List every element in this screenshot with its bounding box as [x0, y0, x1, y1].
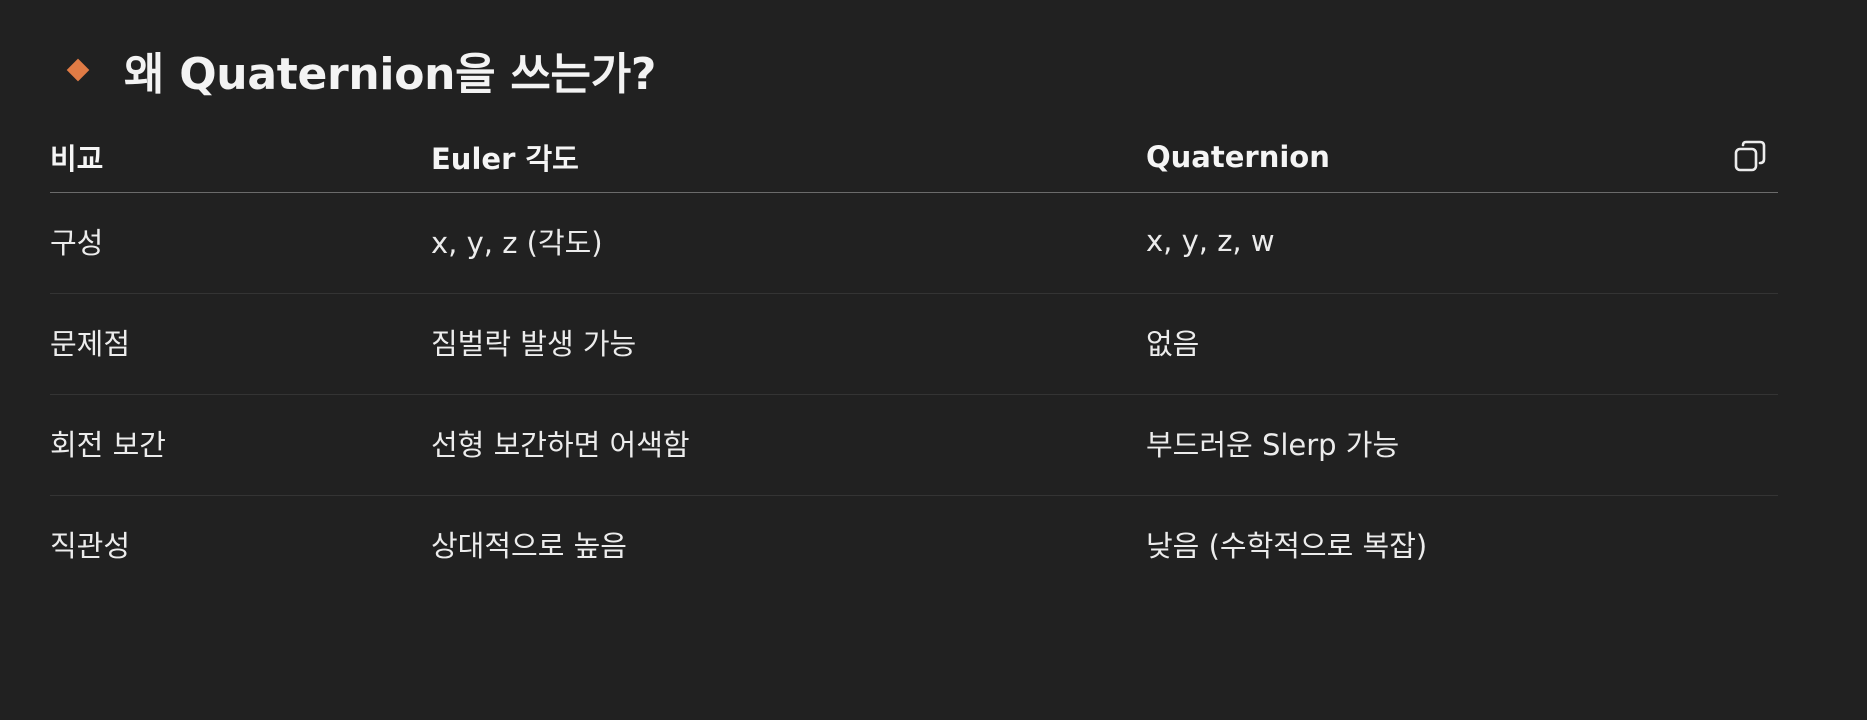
table-cell: 문제점 [50, 327, 131, 361]
table-row: 회전 보간 선형 보간하면 어색함 부드러운 Slerp 가능 [50, 395, 1778, 496]
section-title: 왜 Quaternion을 쓰는가? [124, 49, 657, 100]
table-header-row: 비교 Euler 각도 Quaternion [50, 122, 1778, 193]
table-row: 문제점 짐벌락 발생 가능 없음 [50, 294, 1778, 395]
table-row: 직관성 상대적으로 높음 낮음 (수학적으로 복잡) [50, 496, 1778, 596]
diamond-bullet-icon [66, 58, 90, 82]
table-row: 구성 x, y, z (각도) x, y, z, w [50, 193, 1778, 294]
table-cell: 없음 [1146, 327, 1200, 361]
table-cell: 직관성 [50, 529, 131, 563]
table-cell: 구성 [50, 226, 104, 260]
table-cell: x, y, z (각도) [431, 226, 603, 260]
table-cell: 짐벌락 발생 가능 [431, 327, 637, 361]
table-cell: 부드러운 Slerp 가능 [1146, 428, 1400, 462]
header-cell-euler: Euler 각도 [431, 142, 579, 176]
table-cell: 상대적으로 높음 [431, 529, 627, 563]
chat-message-content: 왜 Quaternion을 쓰는가? 비교 Euler 각도 Quaternio… [0, 0, 1867, 720]
comparison-table: 비교 Euler 각도 Quaternion 구성 x, y, z (각도) x… [50, 122, 1778, 596]
table-cell: 회전 보간 [50, 428, 166, 462]
table-cell: x, y, z, w [1146, 224, 1275, 258]
header-cell-quaternion: Quaternion [1146, 140, 1330, 174]
table-cell: 선형 보간하면 어색함 [431, 428, 690, 462]
section-heading: 왜 Quaternion을 쓰는가? [66, 38, 657, 102]
table-cell: 낮음 (수학적으로 복잡) [1146, 529, 1428, 563]
copy-icon [1734, 140, 1766, 172]
copy-table-button[interactable] [1732, 138, 1768, 174]
header-cell-compare: 비교 [50, 142, 104, 176]
